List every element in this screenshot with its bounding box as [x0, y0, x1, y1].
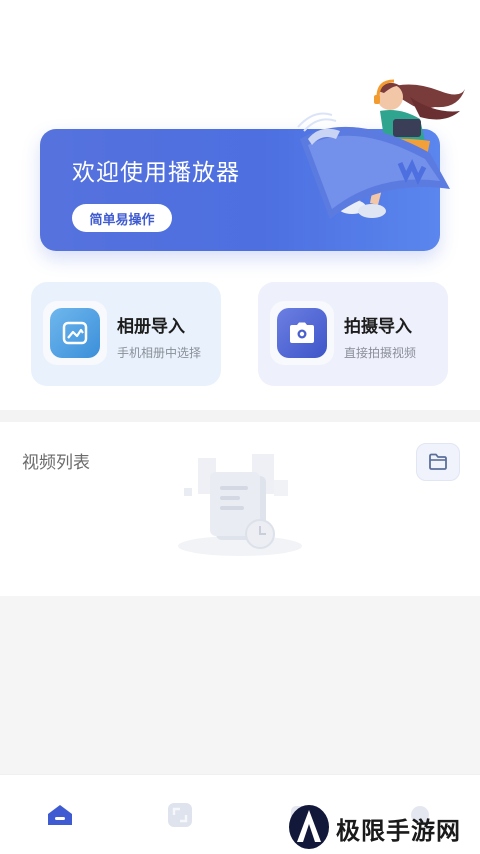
- album-import-card[interactable]: 相册导入 手机相册中选择: [31, 282, 221, 386]
- watermark-logo-icon: [289, 805, 329, 849]
- video-list-title: 视频列表: [22, 453, 90, 473]
- album-import-subtitle: 手机相册中选择: [117, 346, 202, 360]
- camera-icon: [277, 308, 327, 358]
- watermark-text: 极限手游网: [336, 816, 461, 845]
- album-import-title: 相册导入: [117, 317, 185, 337]
- welcome-banner[interactable]: 欢迎使用播放器 简单易操作: [40, 79, 465, 251]
- content-background: [0, 596, 480, 774]
- banner-title: 欢迎使用播放器: [72, 160, 240, 186]
- empty-document-icon: [178, 454, 302, 556]
- shoot-import-card[interactable]: 拍摄导入 直接拍摄视频: [258, 282, 448, 386]
- crop-icon: [168, 803, 192, 827]
- home-icon: [48, 805, 72, 825]
- tab-crop[interactable]: [164, 799, 196, 831]
- album-icon-wrap: [43, 301, 107, 365]
- easy-operation-button[interactable]: 简单易操作: [72, 204, 172, 232]
- shoot-import-subtitle: 直接拍摄视频: [344, 346, 417, 360]
- tab-home[interactable]: [44, 799, 76, 831]
- folder-button[interactable]: [416, 443, 460, 481]
- shoot-icon-wrap: [270, 301, 334, 365]
- section-divider: [0, 410, 480, 422]
- shoot-import-title: 拍摄导入: [344, 317, 412, 337]
- folder-icon: [429, 453, 447, 470]
- image-icon: [50, 308, 100, 358]
- reading-girl-illustration: [297, 79, 465, 219]
- watermark: 极限手游网: [286, 804, 476, 850]
